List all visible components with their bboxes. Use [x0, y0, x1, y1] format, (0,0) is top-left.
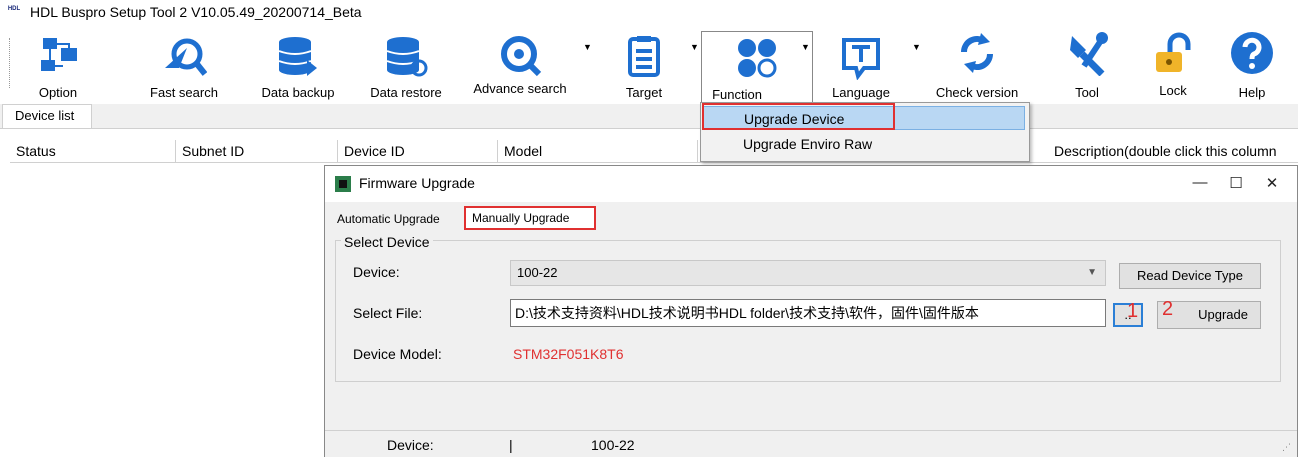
fast-search-button[interactable]: Fast search	[138, 28, 230, 106]
close-icon[interactable]: ✕	[1257, 174, 1287, 192]
device-model-value: STM32F051K8T6	[513, 346, 624, 362]
firmware-upgrade-dialog: Firmware Upgrade — ☐ ✕ Automatic Upgrade…	[324, 165, 1298, 457]
status-device-label: Device:	[387, 437, 434, 453]
select-device-group-label: Select Device	[341, 234, 433, 250]
firmware-app-icon	[335, 176, 351, 192]
status-separator: |	[509, 437, 513, 453]
option-button[interactable]: Option	[18, 28, 98, 106]
file-path-input[interactable]: D:\技术支持资料\HDL技术说明书HDL folder\技术支持\软件，固件\…	[510, 299, 1106, 327]
title-bar: HDL HDL Buspro Setup Tool 2 V10.05.49_20…	[0, 0, 1298, 24]
read-device-type-button[interactable]: Read Device Type	[1119, 263, 1261, 289]
device-select-value: 100-22	[517, 265, 558, 280]
tool-label: Tool	[1075, 85, 1099, 100]
resize-grip-icon[interactable]: ⋰	[1282, 442, 1291, 453]
tools-icon	[1070, 32, 1108, 76]
select-file-label: Select File:	[353, 305, 423, 321]
function-dropdown-arrow[interactable]: ▼	[801, 42, 810, 52]
check-version-label: Check version	[935, 85, 1019, 100]
option-label: Option	[38, 85, 78, 100]
advance-search-button[interactable]: Advance search	[462, 28, 578, 106]
column-model[interactable]: Model	[498, 140, 698, 162]
lock-icon	[1156, 32, 1191, 72]
device-label: Device:	[353, 264, 400, 280]
advance-search-label: Advance search	[473, 81, 567, 96]
target-dropdown-arrow[interactable]: ▼	[690, 42, 699, 52]
annotation-number-1: 1	[1127, 300, 1139, 322]
tab-automatic-upgrade[interactable]: Automatic Upgrade	[331, 208, 463, 230]
language-icon	[842, 38, 880, 80]
language-label: Language	[832, 85, 890, 100]
status-device-value: 100-22	[591, 437, 635, 453]
device-grid-header: Status Subnet ID Device ID Model Descrip…	[10, 140, 1298, 163]
fast-search-icon	[165, 38, 207, 76]
toolbar-grip[interactable]	[9, 38, 12, 88]
check-version-button[interactable]: Check version	[925, 28, 1029, 106]
network-option-icon	[41, 38, 77, 71]
advance-search-icon	[501, 36, 542, 77]
minimize-icon[interactable]: —	[1185, 174, 1215, 191]
column-subnet-id[interactable]: Subnet ID	[176, 140, 338, 162]
data-restore-label: Data restore	[370, 85, 442, 100]
refresh-icon	[960, 33, 994, 73]
column-description[interactable]: Description(double click this column	[1048, 140, 1298, 162]
chevron-down-icon: ▼	[1087, 267, 1097, 278]
function-button[interactable]: Function	[701, 31, 813, 106]
advance-search-dropdown-arrow[interactable]: ▼	[583, 42, 592, 52]
data-restore-button[interactable]: Data restore	[358, 28, 454, 106]
menu-item-upgrade-enviro-raw[interactable]: Upgrade Enviro Raw	[703, 132, 1025, 156]
lock-label: Lock	[1159, 83, 1187, 98]
data-backup-button[interactable]: Data backup	[250, 28, 346, 106]
app-logo: HDL	[7, 6, 21, 12]
language-button[interactable]: Language	[818, 28, 904, 106]
function-label: Function	[712, 87, 762, 102]
annotation-highlight-upgrade-device	[702, 103, 895, 130]
column-device-id[interactable]: Device ID	[338, 140, 498, 162]
maximize-icon[interactable]: ☐	[1221, 174, 1251, 192]
help-label: Help	[1238, 85, 1266, 100]
tool-button[interactable]: Tool	[1052, 28, 1122, 106]
dialog-title-bar: Firmware Upgrade — ☐ ✕	[325, 166, 1297, 202]
tab-manually-upgrade[interactable]: Manually Upgrade	[464, 206, 596, 230]
device-select[interactable]: 100-22 ▼	[510, 260, 1106, 286]
database-backup-icon	[278, 37, 317, 76]
language-dropdown-arrow[interactable]: ▼	[912, 42, 921, 52]
database-restore-icon	[386, 37, 428, 77]
tab-device-list[interactable]: Device list	[2, 104, 92, 128]
function-icon	[738, 39, 777, 78]
target-clipboard-icon	[628, 36, 660, 77]
dialog-title: Firmware Upgrade	[359, 175, 475, 191]
column-status[interactable]: Status	[10, 140, 176, 162]
data-backup-label: Data backup	[261, 85, 335, 100]
device-model-label: Device Model:	[353, 346, 442, 362]
window-title: HDL Buspro Setup Tool 2 V10.05.49_202007…	[30, 4, 362, 20]
lock-button[interactable]: Lock	[1138, 26, 1208, 104]
help-button[interactable]: Help	[1216, 28, 1288, 106]
annotation-number-2: 2	[1162, 298, 1174, 320]
help-icon	[1231, 32, 1273, 74]
fast-search-label: Fast search	[150, 85, 218, 100]
dialog-status-strip: Device: | 100-22 ⋰	[325, 430, 1297, 457]
